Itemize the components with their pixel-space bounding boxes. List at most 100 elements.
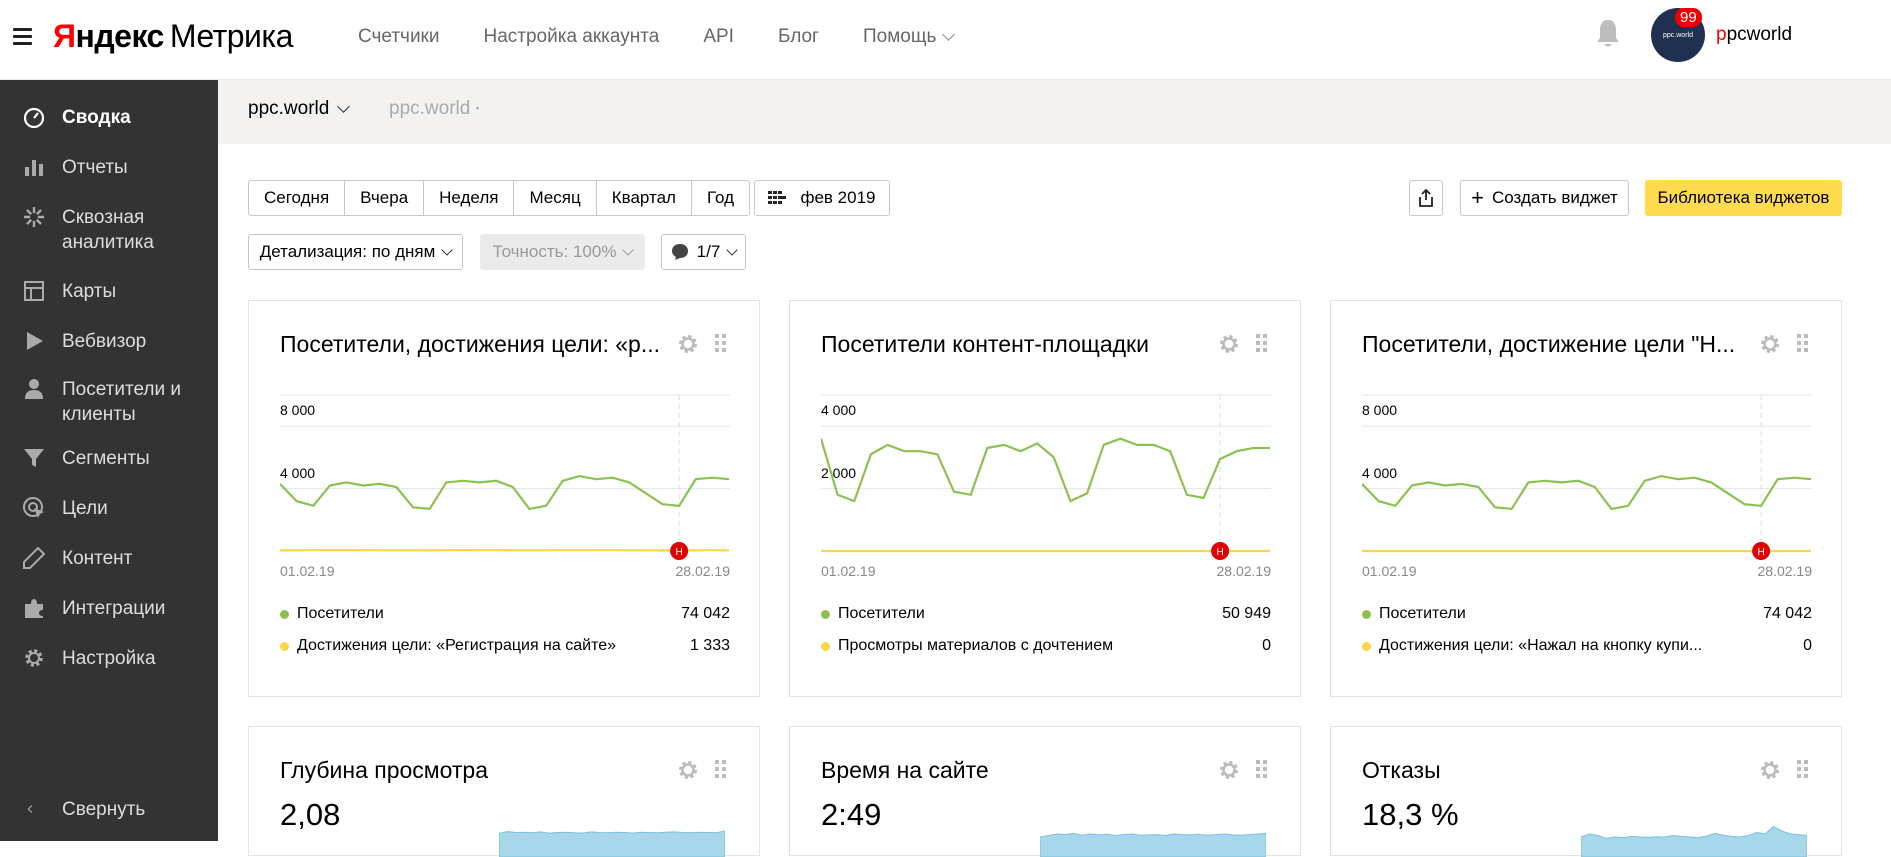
counter-domain[interactable]: ppc.world • [389, 98, 479, 120]
widget-settings-gear-icon[interactable] [1218, 759, 1240, 781]
x-start-label: 01.02.19 [1362, 563, 1417, 579]
chevron-left-icon [26, 797, 40, 821]
widget-card: Посетители контент-площадкиН4 0002 00001… [789, 300, 1301, 697]
create-widget-button[interactable]: + Создать виджет [1460, 180, 1629, 216]
legend-value: 0 [1262, 637, 1271, 655]
period-quarter[interactable]: Квартал [597, 181, 692, 215]
user-icon [22, 377, 46, 401]
nav-help-label: Помощь [863, 26, 936, 48]
y-tick-label: 2 000 [821, 465, 856, 481]
date-range-label: фев 2019 [800, 188, 875, 208]
nav-api[interactable]: API [703, 26, 734, 48]
nav-counters[interactable]: Счетчики [358, 26, 439, 48]
period-year[interactable]: Год [692, 181, 749, 215]
widget-settings-gear-icon[interactable] [1759, 333, 1781, 355]
annotation-marker[interactable]: Н [1752, 542, 1770, 560]
top-navigation: Счетчики Настройка аккаунта API Блог Пом… [358, 26, 997, 48]
y-tick-label: 4 000 [821, 402, 856, 418]
widget-settings-gear-icon[interactable] [677, 333, 699, 355]
drag-handle-icon[interactable] [1797, 334, 1809, 354]
line-chart: Н [821, 391, 1271, 581]
metric-widget-card: Глубина просмотра2,08 [248, 726, 760, 856]
menu-burger-icon[interactable] [13, 28, 32, 44]
period-yesterday[interactable]: Вчера [345, 181, 424, 215]
widget-settings-gear-icon[interactable] [1759, 759, 1781, 781]
legend-name: Посетители [1379, 605, 1749, 623]
nav-help[interactable]: Помощь [863, 26, 953, 48]
widget-settings-gear-icon[interactable] [677, 759, 699, 781]
comment-bubble-icon [671, 243, 689, 261]
drag-handle-icon[interactable] [1797, 760, 1809, 780]
legend-value: 1 333 [690, 637, 730, 655]
annotation-marker-label: Н [675, 547, 682, 558]
pencil-icon [22, 546, 46, 570]
accuracy-dropdown[interactable]: Точность: 100% [480, 234, 645, 270]
sidebar-label: Отчеты [62, 155, 128, 180]
annotation-marker[interactable]: Н [1211, 542, 1229, 560]
dashboard-gauge-icon [22, 105, 46, 129]
legend-row[interactable]: Посетители74 042 [280, 605, 730, 623]
nav-account-settings[interactable]: Настройка аккаунта [483, 26, 659, 48]
x-end-label: 28.02.19 [1758, 563, 1813, 579]
annotation-marker[interactable]: Н [670, 542, 688, 560]
collapse-label: Свернуть [62, 797, 145, 822]
drag-handle-icon[interactable] [715, 760, 727, 780]
sparkline-area [1581, 827, 1807, 857]
sidebar-label: Сводка [62, 105, 131, 130]
widget-card: Посетители, достижение цели "Н...Н8 0004… [1330, 300, 1842, 697]
line-chart: Н [280, 391, 730, 581]
sidebar-label: Настройка [62, 646, 156, 671]
bar-chart-icon [22, 155, 46, 179]
widget-library-label: Библиотека виджетов [1658, 188, 1830, 208]
metric-title: Отказы [1362, 757, 1742, 784]
sparkline-area [499, 831, 725, 857]
date-range-button[interactable]: фев 2019 [754, 180, 890, 216]
legend-name: Посетители [838, 605, 1208, 623]
legend-value: 0 [1803, 637, 1812, 655]
drag-handle-icon[interactable] [715, 334, 727, 354]
username[interactable]: ppcworld [1716, 24, 1792, 46]
period-today[interactable]: Сегодня [249, 181, 345, 215]
legend-name: Просмотры материалов с дочтением [838, 637, 1248, 655]
sparkle-icon [22, 205, 46, 229]
period-month[interactable]: Месяц [514, 181, 596, 215]
legend-dot [1362, 610, 1371, 619]
period-selector: Сегодня Вчера Неделя Месяц Квартал Год [248, 180, 750, 216]
legend-dot [280, 610, 289, 619]
chevron-down-icon [943, 28, 956, 41]
sidebar-label: Цели [62, 496, 108, 521]
legend-row[interactable]: Достижения цели: «Регистрация на сайте»1… [280, 637, 730, 655]
sidebar-label: Посетители и клиенты [62, 377, 182, 427]
gear-icon [22, 646, 46, 670]
target-cursor-icon [22, 496, 46, 520]
legend-dot [280, 642, 289, 651]
legend-name: Достижения цели: «Нажал на кнопку купи..… [1379, 637, 1789, 655]
detail-dropdown[interactable]: Детализация: по дням [248, 234, 463, 270]
sidebar-label: Контент [62, 546, 132, 571]
yandex-metrika-logo[interactable]: ЯндексМетрика [53, 18, 293, 55]
sparkline-area-chart [499, 797, 725, 857]
legend-dot [1362, 642, 1371, 651]
legend-row[interactable]: Просмотры материалов с дочтением 0 [821, 637, 1271, 655]
widget-library-button[interactable]: Библиотека виджетов [1645, 180, 1842, 216]
sidebar: Сводка Отчеты Сквозная аналитика Карты В… [0, 80, 218, 841]
series-line-1 [280, 476, 729, 509]
widget-title: Посетители контент-площадки [821, 331, 1201, 358]
annotation-marker-label: Н [1757, 547, 1764, 558]
widget-title: Посетители, достижение цели "Н... [1362, 331, 1742, 358]
legend-value: 74 042 [1763, 605, 1812, 623]
period-week[interactable]: Неделя [424, 181, 514, 215]
nav-blog[interactable]: Блог [778, 26, 819, 48]
legend-row[interactable]: Достижения цели: «Нажал на кнопку купи..… [1362, 637, 1812, 655]
accuracy-label: Точность: 100% [493, 242, 617, 262]
sidebar-label: Карты [62, 279, 116, 304]
annotations-dropdown[interactable]: 1/7 [661, 234, 746, 270]
export-button[interactable] [1409, 180, 1443, 216]
widget-settings-gear-icon[interactable] [1218, 333, 1240, 355]
counter-selector[interactable]: ppc.world [248, 98, 348, 120]
drag-handle-icon[interactable] [1256, 760, 1268, 780]
drag-handle-icon[interactable] [1256, 334, 1268, 354]
legend-row[interactable]: Посетители 74 042 [1362, 605, 1812, 623]
legend-row[interactable]: Посетители50 949 [821, 605, 1271, 623]
notification-bell-icon[interactable] [1595, 18, 1621, 50]
